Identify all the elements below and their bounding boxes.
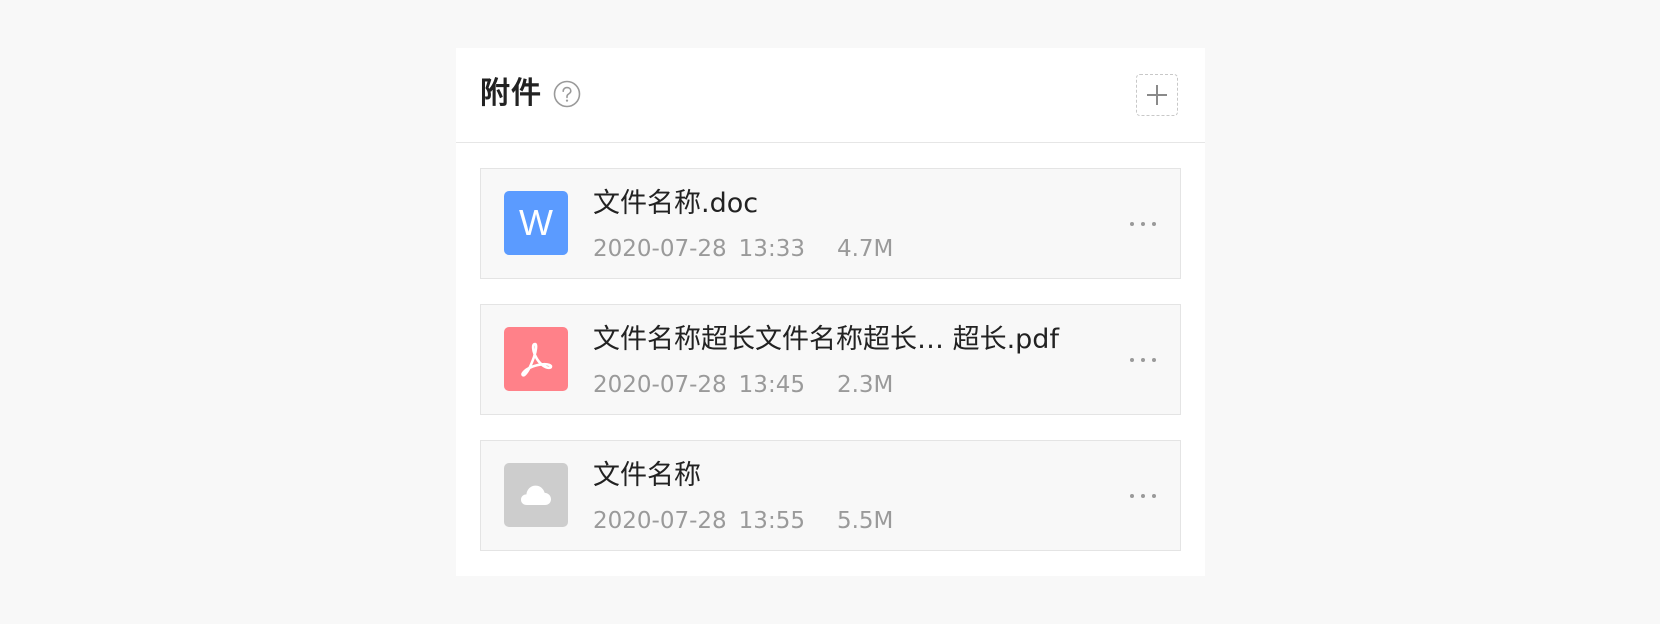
attachment-item[interactable]: 文件名称超长文件名称超长… 超长.pdf 2020-07-28 13:45 2.3M xyxy=(480,304,1181,415)
more-horizontal-icon[interactable] xyxy=(1127,212,1159,236)
cloud-file-icon xyxy=(504,463,568,527)
attachments-panel: 附件 W 文件名称.doc 2020-07-28 13:33 4.7M 文件名称… xyxy=(456,48,1205,576)
attachment-item[interactable]: W 文件名称.doc 2020-07-28 13:33 4.7M xyxy=(480,168,1181,279)
add-attachment-button[interactable] xyxy=(1136,74,1178,116)
file-time: 13:55 xyxy=(738,508,805,534)
file-name: 文件名称.doc xyxy=(593,188,759,219)
file-size: 5.5M xyxy=(836,508,894,534)
file-date: 2020-07-28 xyxy=(593,372,727,398)
panel-title: 附件 xyxy=(480,76,542,111)
word-file-icon: W xyxy=(504,191,568,255)
attachment-item[interactable]: 文件名称 2020-07-28 13:55 5.5M xyxy=(480,440,1181,551)
more-horizontal-icon[interactable] xyxy=(1127,484,1159,508)
file-time: 13:45 xyxy=(738,372,805,398)
file-time: 13:33 xyxy=(738,236,805,262)
file-meta: 2020-07-28 13:45 2.3M xyxy=(593,369,893,401)
file-meta: 2020-07-28 13:55 5.5M xyxy=(593,505,893,537)
file-name: 文件名称 xyxy=(593,460,701,491)
file-size: 2.3M xyxy=(836,372,894,398)
file-name: 文件名称超长文件名称超长… 超长.pdf xyxy=(593,324,1059,355)
more-horizontal-icon[interactable] xyxy=(1127,348,1159,372)
file-meta: 2020-07-28 13:33 4.7M xyxy=(593,233,893,265)
panel-header: 附件 xyxy=(456,48,1205,143)
file-date: 2020-07-28 xyxy=(593,236,727,262)
file-date: 2020-07-28 xyxy=(593,508,727,534)
pdf-file-icon xyxy=(504,327,568,391)
plus-icon xyxy=(1147,85,1167,105)
question-circle-icon[interactable] xyxy=(553,80,581,108)
file-size: 4.7M xyxy=(836,236,894,262)
